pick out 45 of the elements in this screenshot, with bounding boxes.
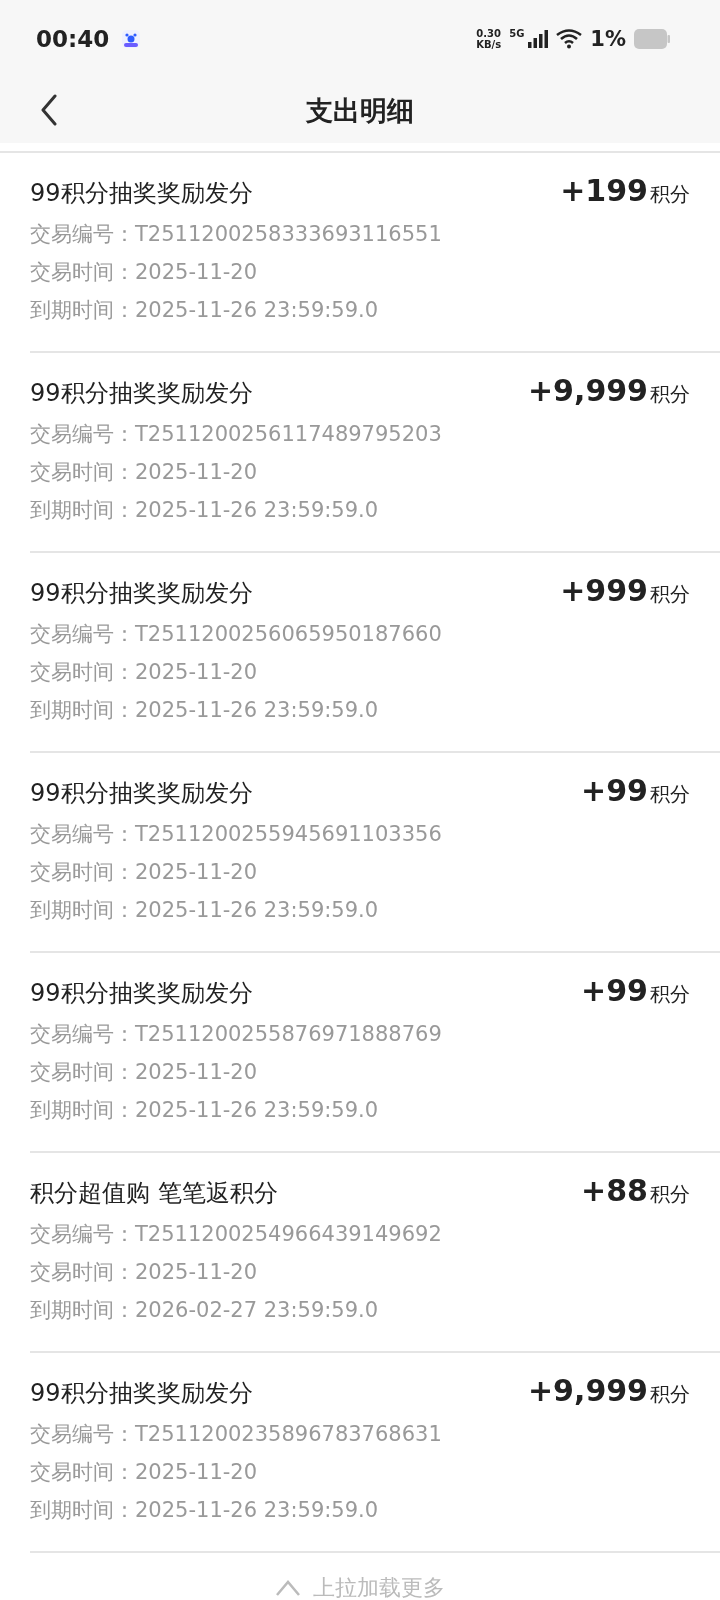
points-amount: +9,999积分 (527, 1373, 690, 1408)
network-speed: 0.30 KB/s (476, 28, 502, 50)
record-detail: 交易编号：T2511200256117489795203 (30, 421, 443, 448)
record-detail: 到期时间：2025-11-26 23:59:59.0 (30, 697, 380, 724)
record-detail: 交易编号：T2511200235896783768631 (30, 1421, 443, 1448)
record-detail: 到期时间：2025-11-26 23:59:59.0 (30, 497, 380, 524)
record-detail: 交易时间：2025-11-20 (30, 859, 259, 886)
points-amount: +199积分 (560, 173, 690, 208)
load-more-hint: 上拉加载更多 (313, 1574, 445, 1600)
record-title: 99积分抽奖奖励发分 (30, 778, 253, 809)
record-title: 积分超值购 笔笔返积分 (30, 1178, 278, 1209)
record-detail: 到期时间：2025-11-26 23:59:59.0 (30, 297, 380, 324)
record-title: 99积分抽奖奖励发分 (30, 1378, 253, 1409)
record-detail: 交易时间：2025-11-20 (30, 1259, 259, 1286)
record-detail: 到期时间：2026-02-27 23:59:59.0 (30, 1297, 380, 1324)
record-detail: 交易时间：2025-11-20 (30, 1059, 259, 1086)
battery-icon (634, 29, 670, 49)
record-title: 99积分抽奖奖励发分 (30, 378, 253, 409)
wifi-icon (556, 29, 583, 49)
signal-icon (528, 30, 549, 48)
status-time: 00:40 (36, 26, 110, 52)
record-detail: 交易编号：T2511200258333693116551 (30, 221, 443, 248)
record-detail: 交易时间：2025-11-20 (30, 459, 259, 486)
points-amount: +99积分 (581, 973, 690, 1008)
record-detail: 交易编号：T2511200256065950187660 (30, 621, 443, 648)
record-detail: 交易时间：2025-11-20 (30, 659, 259, 686)
paw-app-icon (121, 29, 142, 49)
record-detail: 到期时间：2025-11-26 23:59:59.0 (30, 1497, 380, 1524)
page-title: 支出明细 (306, 93, 414, 128)
record-detail: 到期时间：2025-11-26 23:59:59.0 (30, 1097, 380, 1124)
points-amount: +9,999积分 (527, 373, 690, 408)
record-detail: 交易编号：T2511200254966439149692 (30, 1221, 443, 1248)
points-amount: +999积分 (560, 573, 690, 608)
record-detail: 到期时间：2025-11-26 23:59:59.0 (30, 897, 380, 924)
record-detail: 交易时间：2025-11-20 (30, 1459, 259, 1486)
points-amount: +99积分 (581, 773, 690, 808)
network-type: 5G (509, 28, 525, 39)
battery-percent: 1% (590, 27, 626, 51)
record-detail: 交易时间：2025-11-20 (30, 259, 259, 286)
record-detail: 交易编号：T2511200255876971888769 (30, 1021, 443, 1048)
points-amount: +88积分 (581, 1173, 690, 1208)
record-title: 99积分抽奖奖励发分 (30, 178, 253, 209)
record-title: 99积分抽奖奖励发分 (30, 978, 253, 1009)
record-detail: 交易编号：T2511200255945691103356 (30, 821, 443, 848)
record-title: 99积分抽奖奖励发分 (30, 578, 253, 609)
